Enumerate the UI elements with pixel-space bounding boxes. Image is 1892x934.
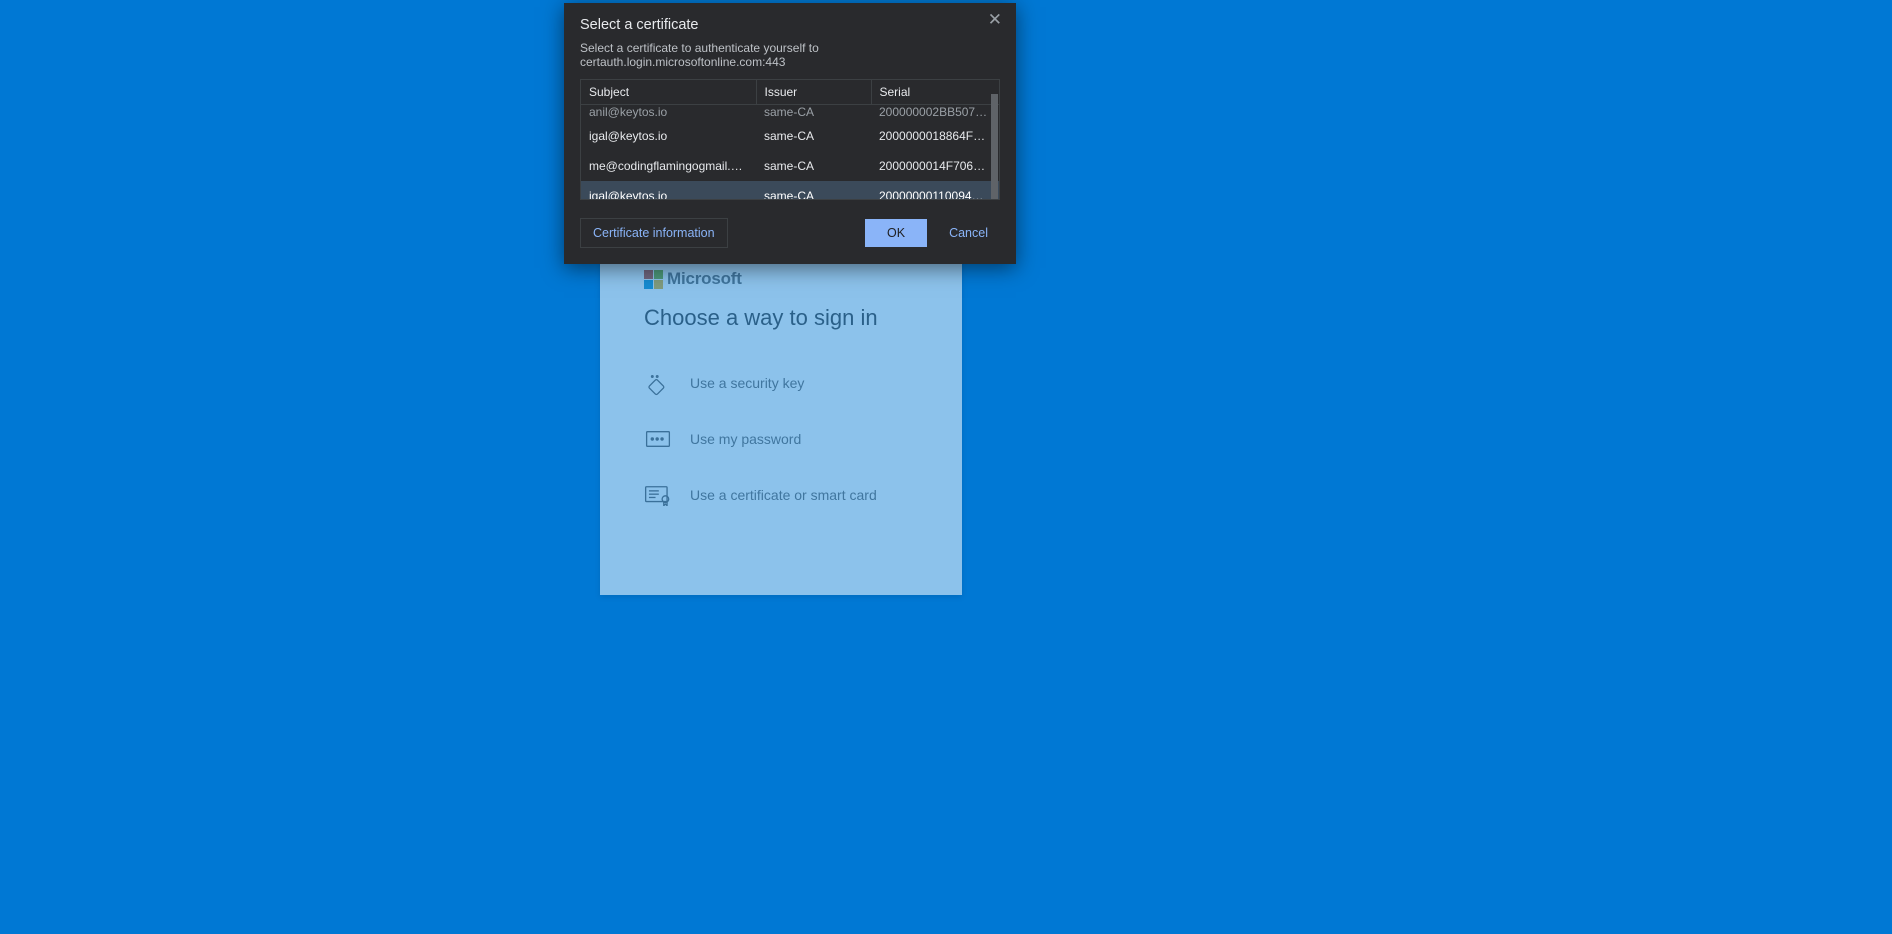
table-row[interactable]: igal@keytos.iosame-CA20000000110094A9... (581, 181, 999, 199)
microsoft-logo: Microsoft (644, 269, 918, 289)
dialog-subtitle: Select a certificate to authenticate you… (580, 41, 1000, 69)
certificate-table: Subject Issuer Serial anil@keytos.iosame… (580, 79, 1000, 200)
certificate-information-button[interactable]: Certificate information (580, 218, 728, 248)
signin-option-label: Use a certificate or smart card (690, 487, 877, 503)
cell-issuer: same-CA (756, 121, 871, 151)
close-icon[interactable]: ✕ (984, 9, 1006, 30)
certificate-icon (644, 481, 672, 509)
table-row[interactable]: me@codingflamingogmail.onmicr...same-CA2… (581, 151, 999, 181)
cell-issuer: same-CA (756, 151, 871, 181)
cell-issuer: same-CA (756, 181, 871, 199)
ok-button[interactable]: OK (865, 219, 927, 247)
signin-option-security-key[interactable]: Use a security key (644, 355, 918, 411)
cell-issuer: same-CA (756, 105, 871, 121)
scrollbar-handle[interactable] (991, 94, 998, 200)
col-header-issuer[interactable]: Issuer (756, 80, 871, 105)
cell-serial: 20000000110094A9... (871, 181, 999, 199)
cell-serial: 200000002BB5071E... (871, 105, 999, 121)
microsoft-logo-text: Microsoft (667, 269, 742, 289)
cell-subject: igal@keytos.io (581, 121, 756, 151)
signin-option-password[interactable]: Use my password (644, 411, 918, 467)
signin-option-certificate[interactable]: Use a certificate or smart card (644, 467, 918, 523)
table-row[interactable]: anil@keytos.iosame-CA200000002BB5071E... (581, 105, 999, 121)
microsoft-logo-icon (644, 270, 663, 289)
dialog-title: Select a certificate (580, 17, 1000, 33)
cell-subject: me@codingflamingogmail.onmicr... (581, 151, 756, 181)
cell-serial: 2000000014F706D... (871, 151, 999, 181)
cell-subject: igal@keytos.io (581, 181, 756, 199)
cell-serial: 2000000018864F50... (871, 121, 999, 151)
col-header-serial[interactable]: Serial (871, 80, 999, 105)
col-header-subject[interactable]: Subject (581, 80, 756, 105)
signin-option-label: Use a security key (690, 375, 804, 391)
security-key-icon (644, 369, 672, 397)
table-row[interactable]: igal@keytos.iosame-CA2000000018864F50... (581, 121, 999, 151)
signin-title: Choose a way to sign in (644, 305, 918, 331)
cell-subject: anil@keytos.io (581, 105, 756, 121)
password-icon (644, 425, 672, 453)
signin-option-label: Use my password (690, 431, 801, 447)
cancel-button[interactable]: Cancel (937, 219, 1000, 247)
certificate-dialog: ✕ Select a certificate Select a certific… (564, 3, 1016, 264)
